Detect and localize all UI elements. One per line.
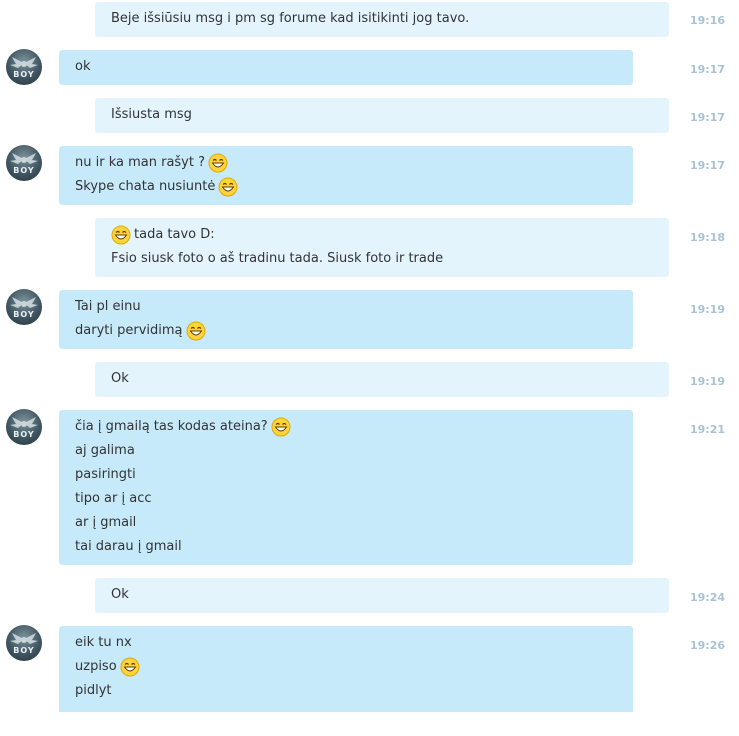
message-line: čia į gmailą tas kodas ateina? [75,417,294,437]
message-text: Skype chata nusiuntė [75,179,216,194]
avatar-wings-icon [10,153,38,164]
avatar-wings-icon [10,297,38,308]
message-text: uzpiso [75,659,117,674]
message-bubble-outgoing[interactable]: Ok [95,362,669,397]
avatar-label: BOY [13,70,35,79]
message-timestamp: 19:24 [690,591,726,604]
message-text: tipo ar į acc [75,491,152,506]
message-timestamp: 19:21 [690,423,726,436]
avatar[interactable]: BOY [6,409,42,445]
message-line: tada tavo D: [111,225,215,245]
message-text: pasiringti [75,467,136,482]
message-bubble-outgoing[interactable]: Išsiusta msg [95,98,669,133]
avatar-label: BOY [13,166,35,175]
message-line: Skype chata nusiuntė [75,177,241,197]
avatar[interactable]: BOY [6,49,42,85]
avatar-wings-icon [10,57,38,68]
avatar-label: BOY [13,430,35,439]
avatar-label: BOY [13,646,35,655]
message-timestamp: 19:19 [690,375,726,388]
message-timestamp: 19:17 [690,111,726,124]
message-timestamp: 19:17 [690,159,726,172]
message-bubble-incoming[interactable]: Tai pl einu daryti pervidimą [59,290,633,349]
message-text: ar į gmail [75,515,137,530]
laughing-face-icon [208,153,228,173]
laughing-face-icon [111,225,131,245]
message-bubble-incoming[interactable]: eik tu nx uzpiso pidlyt [59,626,633,712]
laughing-face-icon [271,417,291,437]
avatar[interactable]: BOY [6,145,42,181]
message-timestamp: 19:19 [690,303,726,316]
message-line: uzpiso [75,657,143,677]
message-line: daryti pervidimą [75,321,209,341]
message-bubble-outgoing[interactable]: tada tavo D: Fsio siusk foto o aš tradin… [95,218,669,277]
message-timestamp: 19:26 [690,639,726,652]
message-bubble-incoming[interactable]: ok [59,50,633,85]
message-line: nu ir ka man rašyt ? [75,153,231,173]
avatar-wings-icon [10,633,38,644]
message-text: tai darau į gmail [75,539,182,554]
message-timestamp: 19:18 [690,231,726,244]
message-bubble-outgoing[interactable]: Beje išsiūsiu msg i pm sg forume kad isi… [95,2,669,37]
laughing-face-icon [186,321,205,341]
message-bubble-incoming[interactable]: nu ir ka man rašyt ? Skype chata nusiunt… [59,146,633,205]
message-text: Ok [111,371,129,386]
message-text: Tai pl einu [75,299,141,314]
message-bubble-incoming[interactable]: čia į gmailą tas kodas ateina? aj galima… [59,410,633,565]
avatar-wings-icon [10,417,38,428]
message-text: eik tu nx [75,635,132,650]
message-text: daryti pervidimą [75,323,183,338]
avatar[interactable]: BOY [6,625,42,661]
message-text: čia į gmailą tas kodas ateina? [75,419,268,434]
chat-history[interactable]: Beje išsiūsiu msg i pm sg forume kad isi… [0,0,739,712]
message-text: aj galima [75,443,135,458]
message-text: Beje išsiūsiu msg i pm sg forume kad isi… [111,11,470,26]
message-timestamp: 19:16 [690,14,726,27]
message-text: nu ir ka man rašyt ? [75,155,206,170]
message-bubble-outgoing[interactable]: Ok [95,578,669,613]
message-text: pidlyt [75,683,112,698]
message-text: tada tavo D: [134,227,215,242]
avatar[interactable]: BOY [6,289,42,325]
message-text: Fsio siusk foto o aš tradinu tada. Siusk… [111,251,444,266]
message-text: Ok [111,587,129,602]
message-text: ok [75,59,91,74]
avatar-label: BOY [13,310,35,319]
message-timestamp: 19:17 [690,63,726,76]
message-text: Išsiusta msg [111,107,192,122]
laughing-face-icon [218,177,238,197]
laughing-face-icon [120,657,140,677]
